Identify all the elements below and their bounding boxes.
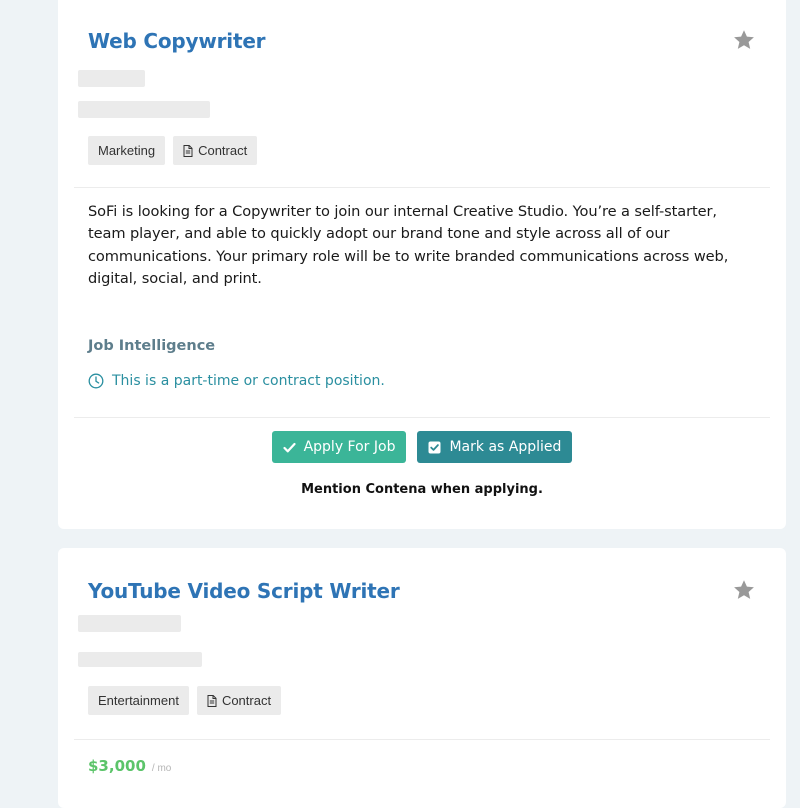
checkbox-checked-icon bbox=[428, 441, 441, 453]
redacted-company-placeholder bbox=[78, 70, 145, 87]
job-card: YouTube Video Script Writer Entertainmen… bbox=[58, 548, 786, 808]
clock-icon bbox=[88, 373, 104, 389]
check-icon bbox=[282, 442, 296, 452]
tag-label: Contract bbox=[198, 143, 248, 158]
redacted-location-placeholder bbox=[78, 101, 210, 118]
favorite-star-icon[interactable] bbox=[732, 578, 756, 602]
job-description: SoFi is looking for a Copywriter to join… bbox=[88, 203, 729, 288]
apply-for-job-button[interactable]: Apply For Job bbox=[271, 431, 407, 463]
job-card: Web Copywriter Marketing Contract SoFi i… bbox=[58, 0, 786, 529]
job-actions: Apply For Job Mark as Applied bbox=[58, 431, 786, 463]
job-intelligence-text: This is a part-time or contract position… bbox=[112, 373, 385, 389]
mark-applied-button-label: Mark as Applied bbox=[449, 439, 562, 455]
apply-button-label: Apply For Job bbox=[303, 439, 396, 455]
category-tag: Marketing bbox=[88, 136, 166, 165]
redacted-location-placeholder bbox=[78, 652, 202, 667]
mark-as-applied-button[interactable]: Mark as Applied bbox=[417, 431, 573, 463]
tag-label: Entertainment bbox=[98, 693, 179, 708]
tag-label: Contract bbox=[221, 693, 272, 708]
favorite-star-icon[interactable] bbox=[732, 28, 756, 52]
job-type-tag: Contract bbox=[173, 136, 258, 165]
tag-list: Marketing Contract bbox=[88, 136, 258, 165]
salary-period: / mo bbox=[151, 763, 172, 774]
divider bbox=[74, 739, 770, 740]
salary-amount: $3,000 bbox=[88, 757, 146, 775]
job-title[interactable]: Web Copywriter bbox=[88, 29, 266, 53]
mention-note: Mention Contena when applying. bbox=[301, 482, 543, 497]
tag-label: Marketing bbox=[98, 143, 156, 158]
tag-list: Entertainment Contract bbox=[88, 686, 282, 715]
document-icon bbox=[207, 694, 217, 707]
divider bbox=[74, 187, 770, 188]
salary: $3,000 / mo bbox=[88, 757, 171, 775]
job-type-tag: Contract bbox=[196, 686, 282, 715]
job-intelligence-item: This is a part-time or contract position… bbox=[88, 373, 385, 389]
job-title[interactable]: YouTube Video Script Writer bbox=[88, 579, 400, 603]
redacted-company-placeholder bbox=[78, 615, 181, 632]
divider bbox=[74, 417, 770, 418]
document-icon bbox=[183, 144, 193, 157]
category-tag: Entertainment bbox=[88, 686, 189, 715]
job-intelligence-heading: Job Intelligence bbox=[88, 338, 216, 354]
